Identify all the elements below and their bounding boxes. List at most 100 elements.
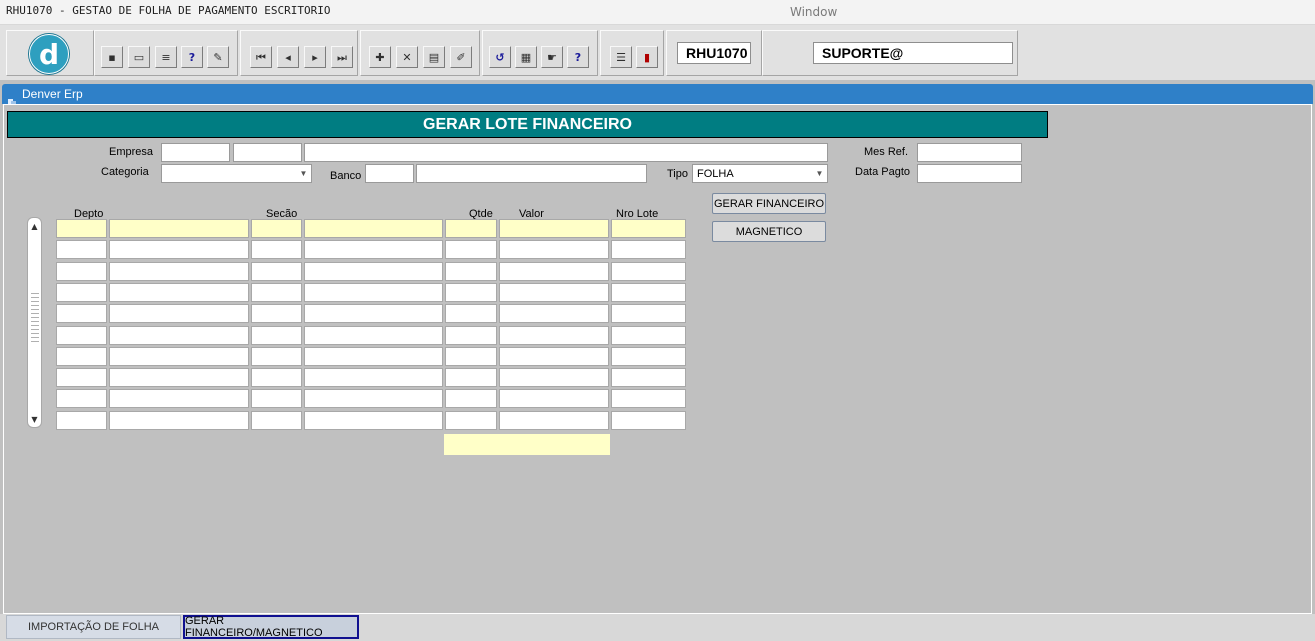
cell-secao-name[interactable] [304,240,443,259]
cell-secao-name[interactable] [304,326,443,345]
cell-nro-lote[interactable] [611,368,686,387]
cell-qtde[interactable] [445,347,497,366]
cell-secao-name[interactable] [304,304,443,323]
edit-icon[interactable]: ✎ [207,46,229,68]
cell-nro-lote[interactable] [611,389,686,408]
cell-nro-lote[interactable] [611,219,686,238]
cell-depto-code[interactable] [56,326,107,345]
cell-secao-code[interactable] [251,219,302,238]
menu-icon[interactable]: ☰ [610,46,632,68]
help-icon[interactable]: ? [567,46,589,68]
cell-valor[interactable] [499,240,609,259]
cell-valor[interactable] [499,326,609,345]
cell-depto-name[interactable] [109,219,249,238]
cell-valor[interactable] [499,411,609,430]
cell-depto-name[interactable] [109,262,249,281]
cell-depto-code[interactable] [56,389,107,408]
exit-icon[interactable]: ▮ [636,46,658,68]
cell-depto-code[interactable] [56,304,107,323]
cell-qtde[interactable] [445,283,497,302]
cell-secao-code[interactable] [251,262,302,281]
next-record-icon[interactable]: ▸ [304,46,326,68]
cell-valor[interactable] [499,368,609,387]
cell-depto-code[interactable] [56,411,107,430]
first-record-icon[interactable]: ⏮ [250,46,272,68]
cell-valor[interactable] [499,219,609,238]
categoria-select[interactable]: ▼ [161,164,312,183]
clipboard-icon[interactable]: ▦ [515,46,537,68]
empresa-name-input[interactable] [304,143,828,162]
cell-secao-code[interactable] [251,326,302,345]
cell-qtde[interactable] [445,240,497,259]
empresa-sub-input[interactable] [233,143,302,162]
tipo-select[interactable]: FOLHA ▼ [692,164,828,183]
cell-nro-lote[interactable] [611,240,686,259]
cell-valor[interactable] [499,262,609,281]
cell-qtde[interactable] [445,326,497,345]
cell-secao-name[interactable] [304,347,443,366]
cell-depto-name[interactable] [109,411,249,430]
cell-secao-name[interactable] [304,411,443,430]
cell-qtde[interactable] [445,219,497,238]
cell-depto-code[interactable] [56,219,107,238]
cell-nro-lote[interactable] [611,326,686,345]
print-icon[interactable]: ≡ [155,46,177,68]
cell-qtde[interactable] [445,368,497,387]
cell-depto-name[interactable] [109,304,249,323]
insert-record-icon[interactable]: ✚ [369,46,391,68]
cell-secao-name[interactable] [304,389,443,408]
cell-depto-code[interactable] [56,368,107,387]
print-preview-icon[interactable]: ▭ [128,46,150,68]
chevron-down-icon[interactable]: ▼ [813,166,826,181]
save-icon[interactable]: ▪ [101,46,123,68]
cell-nro-lote[interactable] [611,347,686,366]
cell-secao-code[interactable] [251,283,302,302]
query-help-icon[interactable]: ? [181,46,203,68]
scroll-grip[interactable] [31,290,39,342]
cell-qtde[interactable] [445,262,497,281]
chevron-down-icon[interactable]: ▼ [297,166,310,181]
cell-valor[interactable] [499,283,609,302]
previous-record-icon[interactable]: ◂ [277,46,299,68]
mes-ref-input[interactable] [917,143,1022,162]
empresa-code-input[interactable] [161,143,230,162]
last-record-icon[interactable]: ⏭ [331,46,353,68]
cell-depto-code[interactable] [56,283,107,302]
cell-nro-lote[interactable] [611,304,686,323]
delete-record-icon[interactable]: ✕ [396,46,418,68]
tab-gerar-financeiro-magnetico[interactable]: GERAR FINANCEIRO/MAGNETICO [183,615,359,639]
cell-depto-name[interactable] [109,326,249,345]
cell-nro-lote[interactable] [611,262,686,281]
data-pagto-input[interactable] [917,164,1022,183]
menu-window[interactable]: Window [790,5,837,19]
cell-nro-lote[interactable] [611,283,686,302]
cell-valor[interactable] [499,304,609,323]
cell-depto-name[interactable] [109,389,249,408]
cell-nro-lote[interactable] [611,411,686,430]
cell-depto-code[interactable] [56,347,107,366]
cell-depto-name[interactable] [109,240,249,259]
cell-depto-code[interactable] [56,262,107,281]
cell-depto-name[interactable] [109,283,249,302]
cell-qtde[interactable] [445,304,497,323]
scroll-up-icon[interactable]: ▲ [29,220,40,232]
banco-name-input[interactable] [416,164,647,183]
cell-depto-code[interactable] [56,240,107,259]
cell-secao-code[interactable] [251,304,302,323]
banco-code-input[interactable] [365,164,414,183]
scroll-down-icon[interactable]: ▼ [29,413,40,425]
cell-secao-code[interactable] [251,240,302,259]
cell-valor[interactable] [499,347,609,366]
cell-secao-name[interactable] [304,262,443,281]
cell-secao-code[interactable] [251,389,302,408]
cell-secao-name[interactable] [304,219,443,238]
cell-secao-name[interactable] [304,368,443,387]
cell-secao-name[interactable] [304,283,443,302]
cell-qtde[interactable] [445,411,497,430]
cell-secao-code[interactable] [251,368,302,387]
query-icon[interactable]: ▤ [423,46,445,68]
gerar-financeiro-button[interactable]: GERAR FINANCEIRO [712,193,826,214]
undo-icon[interactable]: ↺ [489,46,511,68]
cell-secao-code[interactable] [251,411,302,430]
cell-secao-code[interactable] [251,347,302,366]
